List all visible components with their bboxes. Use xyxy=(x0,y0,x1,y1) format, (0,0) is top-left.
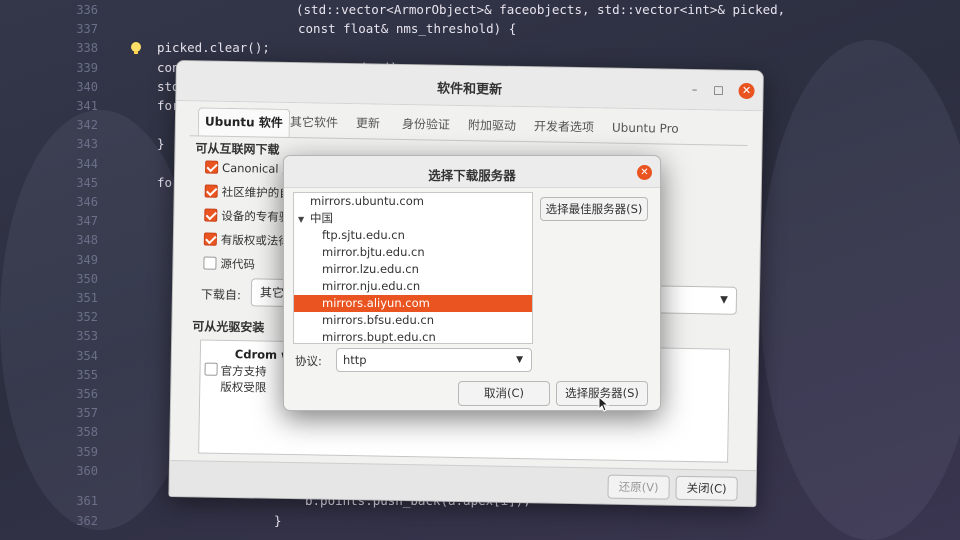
server-row[interactable]: ftp.sjtu.edu.cn xyxy=(294,227,532,244)
option-label: 设备的专有驱 xyxy=(221,208,291,225)
code-line[interactable]: const float& nms_threshold) { xyxy=(298,21,516,36)
line-number: 337 xyxy=(76,22,98,37)
checkbox-icon[interactable] xyxy=(204,208,218,222)
option-community[interactable]: 社区维护的自 xyxy=(204,184,291,203)
code-line[interactable]: } xyxy=(274,513,282,528)
line-number: 346 xyxy=(76,195,98,209)
line-number: 347 xyxy=(76,214,98,229)
server-label: mirror.nju.edu.cn xyxy=(322,279,421,293)
expander-icon[interactable]: ▼ xyxy=(298,211,310,228)
option-proprietary-drivers[interactable]: 设备的专有驱 xyxy=(204,208,290,227)
cancel-button[interactable]: 取消(C) xyxy=(458,381,550,406)
option-restricted[interactable]: 有版权或法律 xyxy=(203,232,290,251)
close-icon[interactable]: ✕ xyxy=(637,165,652,180)
server-label: mirrors.bupt.edu.cn xyxy=(322,330,436,344)
server-row[interactable]: mirror.bjtu.edu.cn xyxy=(294,244,532,261)
tab-ubuntu-software[interactable]: Ubuntu 软件 xyxy=(197,107,291,137)
server-label: 中国 xyxy=(310,211,333,225)
line-number: 355 xyxy=(76,367,98,382)
line-number: 340 xyxy=(76,79,98,94)
window-title: 软件和更新 xyxy=(436,81,503,98)
checkbox-icon[interactable] xyxy=(205,160,219,174)
line-number: 343 xyxy=(76,137,98,152)
line-number: 358 xyxy=(76,425,98,440)
server-label: mirror.bjtu.edu.cn xyxy=(322,245,425,259)
option-canonical[interactable]: Canonical 支 xyxy=(205,160,294,180)
option-label: 社区维护的自 xyxy=(221,184,291,201)
close-button[interactable]: 关闭(C) xyxy=(675,475,738,501)
protocol-value: http xyxy=(343,353,367,367)
line-number: 341 xyxy=(76,99,98,113)
code-line[interactable]: } xyxy=(157,136,165,151)
tab-authentication[interactable]: 身份验证 xyxy=(396,111,456,140)
line-number: 354 xyxy=(76,348,98,363)
server-row[interactable]: mirrors.aliyun.com xyxy=(294,295,532,312)
line-number: 362 xyxy=(76,514,98,528)
checkbox-icon[interactable] xyxy=(204,362,218,376)
code-line[interactable]: (std::vector<ArmorObject>& faceobjects, … xyxy=(296,2,785,17)
line-number: 361 xyxy=(76,494,98,508)
line-number: 336 xyxy=(76,3,98,17)
download-from-label: 下载自: xyxy=(200,287,242,303)
tab-developer-options[interactable]: 开发者选项 xyxy=(528,113,600,142)
server-label: mirror.lzu.edu.cn xyxy=(322,262,419,276)
protocol-select[interactable]: http ▼ xyxy=(336,348,532,372)
line-number: 344 xyxy=(76,156,98,171)
line-number: 342 xyxy=(76,118,98,133)
tab-updates[interactable]: 更新 xyxy=(350,110,386,139)
mouse-pointer-icon xyxy=(598,396,610,412)
tab-ubuntu-pro[interactable]: Ubuntu Pro xyxy=(606,115,685,144)
server-label: mirrors.bfsu.edu.cn xyxy=(322,313,435,327)
server-row[interactable]: mirrors.bupt.edu.cn xyxy=(294,329,532,344)
line-number: 353 xyxy=(76,329,98,344)
cdrom-line-2: 版权受限 xyxy=(220,379,267,395)
window-titlebar[interactable]: 软件和更新 – □ ✕ xyxy=(176,61,763,112)
line-number: 338 xyxy=(76,41,98,56)
server-label: mirrors.aliyun.com xyxy=(322,296,430,310)
dialog-title: 选择下载服务器 xyxy=(428,168,516,183)
tab-additional-drivers[interactable]: 附加驱动 xyxy=(462,112,522,141)
lightbulb-icon[interactable] xyxy=(128,40,144,56)
line-number: 356 xyxy=(76,387,98,401)
cdrom-heading: 可从光驱安装 xyxy=(192,319,265,335)
line-number: 350 xyxy=(76,271,98,286)
server-row[interactable]: mirrors.ubuntu.com xyxy=(294,193,532,210)
server-row[interactable]: mirrors.bfsu.edu.cn xyxy=(294,312,532,329)
line-number: 339 xyxy=(76,60,98,75)
option-source-code[interactable]: 源代码 xyxy=(203,256,255,275)
line-number: 359 xyxy=(76,444,98,459)
option-label: 源代码 xyxy=(220,256,256,272)
line-number: 345 xyxy=(76,175,98,190)
line-number: 352 xyxy=(76,310,98,325)
protocol-label: 协议: xyxy=(295,354,322,368)
cdrom-line-1: 官方支持 xyxy=(220,363,267,379)
code-line[interactable]: picked.clear(); xyxy=(157,40,270,55)
choose-server-dialog: 选择下载服务器 ✕ mirrors.ubuntu.com ▼ 中国 ftp.sjtu.… xyxy=(283,155,661,411)
option-label: 有版权或法律 xyxy=(220,232,290,249)
checkbox-icon[interactable] xyxy=(203,256,217,270)
checkbox-icon[interactable] xyxy=(203,232,217,246)
checkbox-icon[interactable] xyxy=(204,184,218,198)
chevron-down-icon: ▼ xyxy=(720,294,728,306)
dialog-titlebar[interactable]: 选择下载服务器 ✕ xyxy=(284,156,660,188)
tab-other-software[interactable]: 其它软件 xyxy=(284,109,344,138)
line-number: 357 xyxy=(76,406,98,421)
server-group-row[interactable]: ▼ 中国 xyxy=(294,210,532,227)
server-label: mirrors.ubuntu.com xyxy=(310,194,424,208)
server-row[interactable]: mirror.nju.edu.cn xyxy=(294,278,532,295)
line-number: 349 xyxy=(76,252,98,267)
downloadable-heading: 可从互联网下载 xyxy=(195,141,280,157)
line-number: 360 xyxy=(76,463,98,478)
server-row[interactable]: mirror.lzu.edu.cn xyxy=(294,261,532,278)
background-illustration-right xyxy=(760,40,960,540)
line-number: 348 xyxy=(76,233,98,248)
line-number: 351 xyxy=(76,291,98,305)
select-best-server-button[interactable]: 选择最佳服务器(S) xyxy=(540,197,648,221)
download-from-value: 其它 xyxy=(259,285,285,300)
revert-button[interactable]: 还原(V) xyxy=(607,474,670,500)
server-list[interactable]: mirrors.ubuntu.com ▼ 中国 ftp.sjtu.edu.cn mirr… xyxy=(293,192,533,344)
server-label: ftp.sjtu.edu.cn xyxy=(322,228,405,242)
chevron-down-icon: ▼ xyxy=(516,355,523,365)
